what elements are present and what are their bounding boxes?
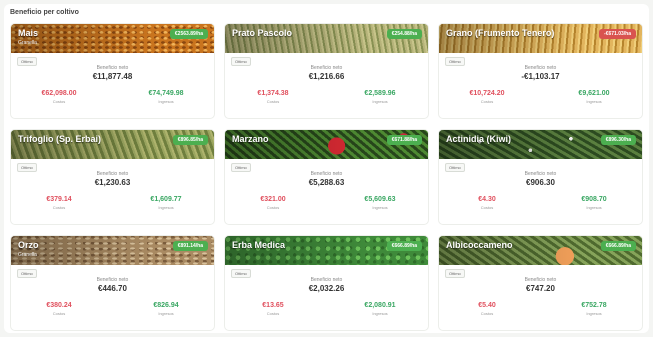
- cost-value: €380.24: [46, 302, 72, 309]
- crop-name: Erba Medica: [232, 240, 286, 250]
- cost-label: Costos: [266, 99, 280, 104]
- cost-value: €379.14: [46, 196, 72, 203]
- crop-subtitle: Granella: [18, 40, 37, 46]
- net-profit-value: €2,032.26: [308, 284, 345, 293]
- net-profit-label: Beneficio neto: [310, 277, 343, 283]
- revenue-value: €2,080.91: [364, 302, 396, 309]
- profit-per-ha-badge: €671.88/ha: [386, 135, 422, 145]
- profit-per-ha-badge: €896.85/ha: [172, 135, 208, 145]
- crop-card[interactable]: Marzano €671.88/ha Ottimo Beneficio neto…: [224, 129, 429, 225]
- revenue-value: €1,609.77: [150, 196, 182, 203]
- net-profit-label: Beneficio neto: [524, 171, 557, 177]
- crop-card[interactable]: Trifoglio (Sp. Erbai) €896.85/ha Ottimo …: [10, 129, 215, 225]
- crop-name: Orzo: [18, 240, 39, 250]
- crop-card[interactable]: Albicoccameno €666.89/ha Ottimo Benefici…: [438, 235, 643, 331]
- panel-title: Beneficio per coltivo: [10, 9, 79, 16]
- net-profit-label: Beneficio neto: [524, 65, 557, 71]
- revenue-label: Ingresos: [586, 99, 602, 104]
- profit-per-ha-badge: -€671.03/ha: [599, 29, 636, 39]
- crop-name: Actinidia (Kiwi): [446, 134, 511, 144]
- cost-label: Costos: [266, 205, 280, 210]
- crop-card[interactable]: Orzo Granella €891.14/ha Ottimo Benefici…: [10, 235, 215, 331]
- cost-label: Costos: [480, 205, 494, 210]
- profit-per-ha-badge: €896.30/ha: [600, 135, 636, 145]
- revenue-value: €9,621.00: [578, 90, 610, 97]
- profit-per-ha-badge: €2563.89/ha: [169, 29, 208, 39]
- revenue-label: Ingresos: [372, 99, 388, 104]
- revenue-value: €826.94: [153, 302, 179, 309]
- net-profit-label: Beneficio neto: [524, 277, 557, 283]
- cost-value: €321.00: [260, 196, 286, 203]
- cost-value: €1,374.38: [257, 90, 289, 97]
- profit-per-ha-badge: €666.89/ha: [386, 241, 422, 251]
- crop-name: Albicoccameno: [446, 240, 513, 250]
- net-profit-value: €11,877.48: [92, 72, 133, 81]
- revenue-value: €908.70: [581, 196, 607, 203]
- crop-name: Mais: [18, 28, 39, 38]
- cost-value: €13.65: [262, 302, 284, 309]
- net-profit-value: €446.70: [98, 284, 127, 293]
- crop-subtitle: Granella: [18, 252, 37, 258]
- revenue-value: €5,609.63: [364, 196, 396, 203]
- profit-per-ha-badge: €254.88/ha: [386, 29, 422, 39]
- revenue-label: Ingresos: [158, 99, 174, 104]
- revenue-label: Ingresos: [586, 311, 602, 316]
- cost-label: Costos: [52, 205, 66, 210]
- net-profit-value: €1,216.66: [308, 72, 345, 81]
- crop-card[interactable]: Erba Medica €666.89/ha Ottimo Beneficio …: [224, 235, 429, 331]
- profit-per-ha-badge: €666.89/ha: [600, 241, 636, 251]
- net-profit-label: Beneficio neto: [96, 65, 129, 71]
- cost-label: Costos: [480, 99, 494, 104]
- net-profit-label: Beneficio neto: [310, 171, 343, 177]
- crop-name: Trifoglio (Sp. Erbai): [18, 134, 101, 144]
- crop-card[interactable]: Grano (Frumento Tenero) -€671.03/ha Otti…: [438, 23, 643, 119]
- net-profit-value: €5,288.63: [308, 178, 345, 187]
- profit-by-crop-panel: Beneficio per coltivo Mais Granella €256…: [4, 4, 649, 333]
- cost-label: Costos: [480, 311, 494, 316]
- net-profit-value: €747.20: [526, 284, 555, 293]
- crop-card[interactable]: Actinidia (Kiwi) €896.30/ha Ottimo Benef…: [438, 129, 643, 225]
- revenue-label: Ingresos: [372, 205, 388, 210]
- cost-value: €4.30: [478, 196, 496, 203]
- crop-name: Grano (Frumento Tenero): [446, 28, 555, 38]
- cost-label: Costos: [52, 99, 66, 104]
- net-profit-label: Beneficio neto: [96, 277, 129, 283]
- cost-label: Costos: [52, 311, 66, 316]
- crop-card[interactable]: Mais Granella €2563.89/ha Ottimo Benefic…: [10, 23, 215, 119]
- revenue-value: €752.78: [581, 302, 607, 309]
- revenue-label: Ingresos: [158, 205, 174, 210]
- revenue-value: €74,749.98: [148, 90, 184, 97]
- cost-value: €62,098.00: [41, 90, 77, 97]
- net-profit-label: Beneficio neto: [310, 65, 343, 71]
- net-profit-value: -€1,103.17: [521, 72, 560, 81]
- profit-per-ha-badge: €891.14/ha: [172, 241, 208, 251]
- revenue-label: Ingresos: [372, 311, 388, 316]
- cost-value: €10,724.20: [469, 90, 505, 97]
- net-profit-value: €1,230.63: [94, 178, 131, 187]
- net-profit-label: Beneficio neto: [96, 171, 129, 177]
- cost-value: €5.40: [478, 302, 496, 309]
- net-profit-value: €906.30: [526, 178, 555, 187]
- crop-card[interactable]: Prato Pascolo €254.88/ha Ottimo Benefici…: [224, 23, 429, 119]
- revenue-label: Ingresos: [158, 311, 174, 316]
- revenue-value: €2,589.96: [364, 90, 396, 97]
- crop-name: Marzano: [232, 134, 269, 144]
- revenue-label: Ingresos: [586, 205, 602, 210]
- crop-name: Prato Pascolo: [232, 28, 293, 38]
- cost-label: Costos: [266, 311, 280, 316]
